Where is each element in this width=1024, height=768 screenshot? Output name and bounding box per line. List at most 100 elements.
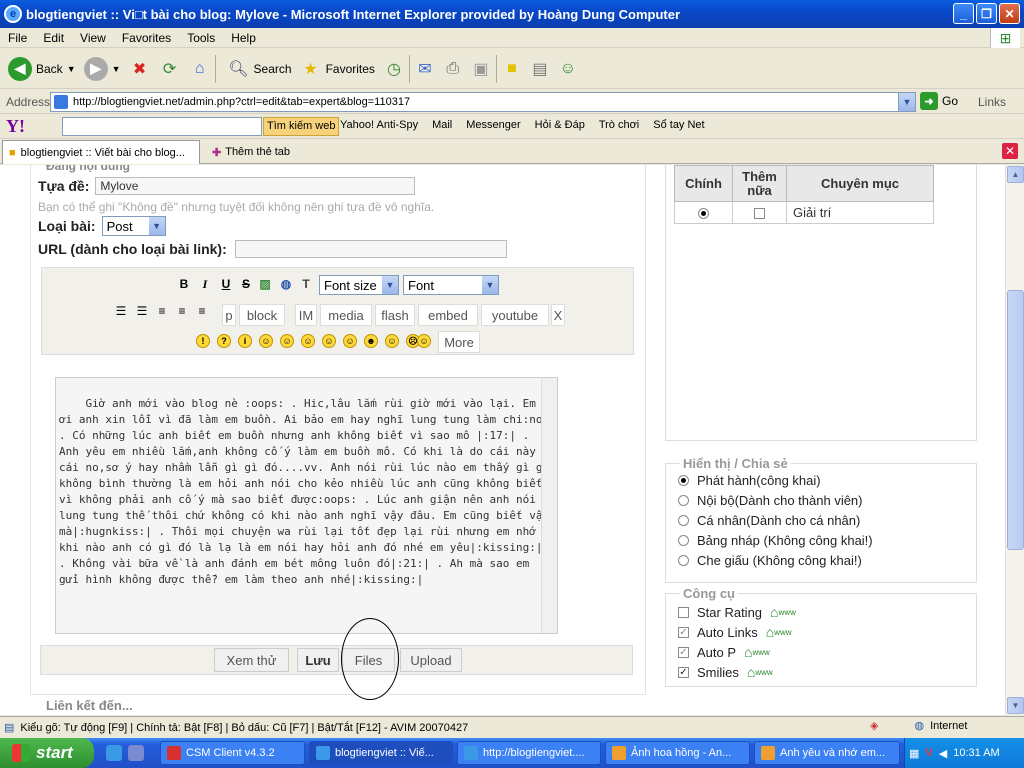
x-button[interactable]: X — [551, 304, 565, 326]
indent-icon[interactable]: ☰ — [112, 302, 130, 320]
search-button[interactable]: 🔍︎ Search — [228, 58, 291, 80]
visibility-radio[interactable] — [678, 535, 689, 546]
task-rose-image[interactable]: Ảnh hoa hồng - An... — [605, 741, 750, 765]
menu-view[interactable]: View — [80, 31, 106, 45]
menu-file[interactable]: File — [8, 31, 27, 45]
visibility-option[interactable]: Nội bộ(Dành cho thành viên) — [678, 493, 863, 508]
yahoo-messenger[interactable]: Messenger — [466, 119, 520, 131]
visibility-option[interactable]: Che giấu (Không công khai!) — [678, 553, 862, 568]
edit-icon[interactable]: ▣ — [470, 58, 492, 80]
outdent-icon[interactable]: ☰ — [133, 302, 151, 320]
preview-button[interactable]: Xem thử — [214, 648, 289, 672]
task-csm[interactable]: CSM Client v4.3.2 — [160, 741, 305, 765]
address-input[interactable]: http://blogtiengviet.net/admin.php?ctrl=… — [50, 92, 916, 112]
minimize-button[interactable]: _ — [953, 3, 974, 24]
clock[interactable]: 10:31 AM — [953, 747, 999, 759]
mail-icon[interactable]: ✉ — [414, 58, 436, 80]
yahoo-answers[interactable]: Hỏi & Đáp — [535, 119, 585, 131]
close-button[interactable]: ✕ — [999, 3, 1020, 24]
back-button[interactable]: ◀ Back ▼ — [8, 56, 76, 81]
more-button[interactable]: More — [438, 331, 480, 353]
address-dropdown-icon[interactable]: ▼ — [898, 93, 915, 111]
tool-option[interactable]: ✓ Auto P ⌂ www — [678, 644, 770, 660]
scroll-up-icon[interactable]: ▲ — [1007, 166, 1024, 183]
yahoo-notepad[interactable]: Sổ tay Net — [653, 119, 704, 131]
underline-button[interactable]: U — [218, 276, 234, 292]
yahoo-games[interactable]: Trò chơi — [599, 119, 639, 131]
title-input[interactable]: Mylove — [95, 177, 416, 195]
text-color-icon[interactable]: T — [298, 276, 314, 292]
font-select[interactable]: Font ▼ — [403, 275, 499, 295]
tool-checkbox[interactable] — [678, 606, 689, 618]
history-icon[interactable]: ◷ — [383, 58, 405, 80]
yahoo-antispy[interactable]: Yahoo! Anti-Spy — [340, 119, 418, 131]
align-center-icon[interactable]: ≡ — [173, 302, 191, 320]
smiley-question-icon[interactable]: ? — [217, 334, 231, 348]
youtube-button[interactable]: youtube — [481, 304, 549, 326]
visibility-option[interactable]: Phát hành(công khai) — [678, 473, 821, 488]
tool-option[interactable]: ✓ Auto Links ⌂ www — [678, 624, 792, 640]
forward-button[interactable]: ▶ ▼ — [83, 56, 121, 81]
type-select[interactable]: Post ▼ — [101, 216, 166, 236]
avim-icon[interactable]: V — [925, 747, 932, 759]
task-love-post[interactable]: Anh yêu và nhớ em... — [754, 741, 900, 765]
smiley-neutral-icon[interactable]: ☺ — [417, 334, 431, 348]
visibility-radio[interactable] — [678, 475, 689, 486]
align-right-icon[interactable]: ≡ — [193, 302, 211, 320]
p-button[interactable]: p — [222, 304, 236, 326]
tool-checkbox[interactable]: ✓ — [678, 626, 689, 638]
note-icon[interactable]: ■ — [501, 58, 523, 80]
page-scrollbar[interactable]: ▲ ▼ — [1005, 165, 1024, 715]
go-button[interactable]: ➜ Go — [920, 92, 958, 110]
block-button[interactable]: block — [239, 304, 285, 326]
main-category-radio[interactable] — [698, 208, 709, 220]
smiley-wink-icon[interactable]: ☺ — [343, 334, 357, 348]
bold-button[interactable]: B — [176, 276, 192, 292]
scroll-thumb[interactable] — [1007, 290, 1024, 550]
smiley-idea-icon[interactable]: i — [238, 334, 252, 348]
tool-option[interactable]: ✓ Smilies ⌂ www — [678, 664, 773, 680]
desktop-quicklaunch-icon[interactable] — [128, 745, 144, 761]
tool-checkbox[interactable]: ✓ — [678, 666, 689, 678]
print-icon[interactable]: ⎙ — [442, 58, 464, 80]
visibility-option[interactable]: Bảng nháp (Không công khai!) — [678, 533, 873, 548]
yahoo-logo-icon[interactable]: Y! — [6, 116, 25, 137]
links-label[interactable]: Links — [978, 95, 1006, 109]
home-www-icon[interactable]: ⌂ www — [770, 604, 796, 620]
network-icon[interactable]: ▦ — [909, 747, 919, 760]
visibility-radio[interactable] — [678, 495, 689, 506]
yahoo-search-button[interactable]: Tìm kiếm web — [263, 117, 340, 136]
volume-icon[interactable]: ◀ — [939, 747, 947, 760]
link-icon[interactable]: ◍ — [278, 276, 294, 292]
start-button[interactable]: start — [0, 738, 94, 768]
new-tab-button[interactable]: ✚ Thêm thẻ tab — [206, 140, 296, 164]
maximize-button[interactable]: ❐ — [976, 3, 997, 24]
tab-blog-editor[interactable]: ■ blogtiengviet :: Viết bài cho blog... — [2, 140, 200, 164]
smiley-grin-icon[interactable]: ☺ — [259, 334, 273, 348]
font-size-select[interactable]: Font size ▼ — [319, 275, 399, 295]
embed-button[interactable]: embed — [418, 304, 478, 326]
home-www-icon[interactable]: ⌂ www — [744, 644, 770, 660]
task-blog-url[interactable]: http://blogtiengviet.... — [457, 741, 601, 765]
smiley-roll-icon[interactable]: ☺ — [385, 334, 399, 348]
smiley-exclaim-icon[interactable]: ! — [196, 334, 210, 348]
window-titlebar[interactable]: e blogtiengviet :: Vi□t bài cho blog: My… — [0, 0, 1024, 28]
url-input[interactable] — [234, 240, 507, 258]
home-www-icon[interactable]: ⌂ www — [747, 664, 773, 680]
ie-quicklaunch-icon[interactable] — [106, 745, 122, 761]
visibility-radio[interactable] — [678, 515, 689, 526]
close-tab-icon[interactable]: ✕ — [1002, 143, 1018, 159]
menu-help[interactable]: Help — [231, 31, 256, 45]
media-button[interactable]: media — [320, 304, 372, 326]
task-blog-editor[interactable]: blogtiengviet :: Viế... — [309, 741, 453, 765]
smiley-tongue-icon[interactable]: ☺ — [301, 334, 315, 348]
save-button[interactable]: Lưu — [297, 648, 339, 672]
refresh-icon[interactable]: ⟳ — [159, 58, 181, 80]
tool-checkbox[interactable]: ✓ — [678, 646, 689, 658]
scroll-down-icon[interactable]: ▼ — [1007, 697, 1024, 714]
visibility-option[interactable]: Cá nhân(Dành cho cá nhân) — [678, 513, 860, 528]
research-icon[interactable]: ▤ — [529, 58, 551, 80]
strike-button[interactable]: S — [238, 276, 254, 292]
post-body-textarea[interactable]: Giờ anh mới vào blog nè :oops: . Hic,lâu… — [55, 377, 558, 634]
messenger-icon[interactable]: ☺ — [557, 58, 579, 80]
